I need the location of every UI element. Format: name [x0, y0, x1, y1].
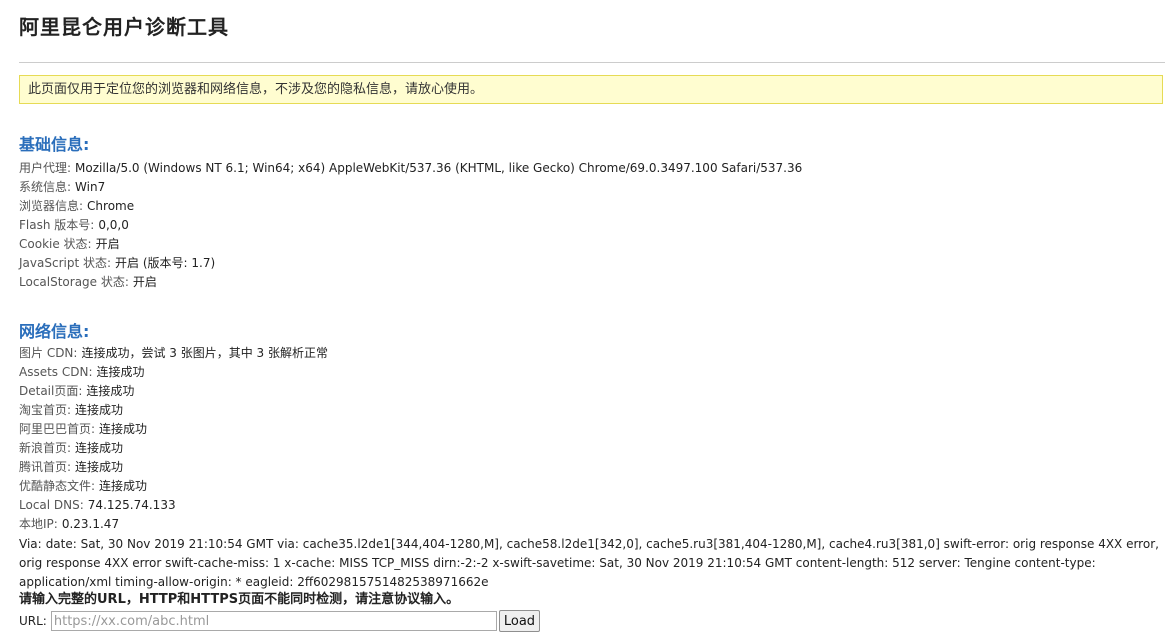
local-dns-row: Local DNS: 74.125.74.133 — [19, 497, 176, 513]
youku-static-label: 优酷静态文件: — [19, 479, 96, 493]
tencent-home-row: 腾讯首页: 连接成功 — [19, 459, 123, 475]
via-label: Via: — [19, 537, 42, 551]
tencent-home-label: 腾讯首页: — [19, 460, 72, 474]
taobao-home-row: 淘宝首页: 连接成功 — [19, 402, 123, 418]
via-headers: Via: date: Sat, 30 Nov 2019 21:10:54 GMT … — [19, 535, 1159, 592]
browser-info-value: Chrome — [87, 199, 135, 213]
image-cdn-value: 连接成功，尝试 3 张图片，其中 3 张解析正常 — [81, 346, 328, 360]
load-button[interactable]: Load — [498, 610, 541, 632]
system-info-label: 系统信息: — [19, 180, 72, 194]
user-agent-value: Mozilla/5.0 (Windows NT 6.1; Win64; x64)… — [75, 161, 803, 175]
system-info-row: 系统信息: Win7 — [19, 179, 105, 195]
javascript-status-row: JavaScript 状态: 开启 (版本号: 1.7) — [19, 255, 215, 271]
assets-cdn-label: Assets CDN: — [19, 365, 93, 379]
flash-version-row: Flash 版本号: 0,0,0 — [19, 217, 129, 233]
sina-home-row: 新浪首页: 连接成功 — [19, 440, 123, 456]
sina-home-value: 连接成功 — [75, 441, 124, 455]
youku-static-value: 连接成功 — [99, 479, 148, 493]
assets-cdn-value: 连接成功 — [96, 365, 145, 379]
url-input[interactable] — [50, 611, 497, 631]
assets-cdn-row: Assets CDN: 连接成功 — [19, 364, 145, 380]
detail-page-value: 连接成功 — [86, 384, 135, 398]
alibaba-home-value: 连接成功 — [99, 422, 148, 436]
cookie-status-label: Cookie 状态: — [19, 237, 92, 251]
flash-version-label: Flash 版本号: — [19, 218, 95, 232]
basic-info-heading: 基础信息: — [19, 135, 90, 154]
local-dns-value: 74.125.74.133 — [87, 498, 176, 512]
url-label: URL: — [19, 614, 47, 628]
image-cdn-row: 图片 CDN: 连接成功，尝试 3 张图片，其中 3 张解析正常 — [19, 345, 328, 361]
browser-info-row: 浏览器信息: Chrome — [19, 198, 134, 214]
tencent-home-value: 连接成功 — [75, 460, 124, 474]
youku-static-row: 优酷静态文件: 连接成功 — [19, 478, 147, 494]
browser-info-label: 浏览器信息: — [19, 199, 84, 213]
image-cdn-label: 图片 CDN: — [19, 346, 78, 360]
privacy-notice: 此页面仅用于定位您的浏览器和网络信息，不涉及您的隐私信息，请放心使用。 — [19, 75, 1163, 104]
via-text: date: Sat, 30 Nov 2019 21:10:54 GMT via:… — [19, 537, 1159, 589]
local-ip-row: 本地IP: 0.23.1.47 — [19, 516, 119, 532]
title-divider — [19, 62, 1165, 63]
cookie-status-row: Cookie 状态: 开启 — [19, 236, 120, 252]
detail-page-row: Detail页面: 连接成功 — [19, 383, 134, 399]
taobao-home-value: 连接成功 — [75, 403, 124, 417]
sina-home-label: 新浪首页: — [19, 441, 72, 455]
system-info-value: Win7 — [75, 180, 106, 194]
localstorage-status-label: LocalStorage 状态: — [19, 275, 129, 289]
page-title: 阿里昆仑用户诊断工具 — [19, 15, 229, 39]
javascript-status-label: JavaScript 状态: — [19, 256, 112, 270]
localstorage-status-row: LocalStorage 状态: 开启 — [19, 274, 157, 290]
javascript-status-value: 开启 (版本号: 1.7) — [115, 256, 216, 270]
user-agent-row: 用户代理: Mozilla/5.0 (Windows NT 6.1; Win64;… — [19, 160, 802, 176]
local-dns-label: Local DNS: — [19, 498, 84, 512]
local-ip-value: 0.23.1.47 — [61, 517, 120, 531]
network-info-heading: 网络信息: — [19, 322, 90, 341]
local-ip-label: 本地IP: — [19, 517, 58, 531]
localstorage-status-value: 开启 — [132, 275, 157, 289]
alibaba-home-label: 阿里巴巴首页: — [19, 422, 96, 436]
diagnostic-page: 阿里昆仑用户诊断工具 此页面仅用于定位您的浏览器和网络信息，不涉及您的隐私信息，… — [0, 0, 1165, 644]
taobao-home-label: 淘宝首页: — [19, 403, 72, 417]
user-agent-label: 用户代理: — [19, 161, 72, 175]
detail-page-label: Detail页面: — [19, 384, 83, 398]
cookie-status-value: 开启 — [95, 237, 120, 251]
url-form: URL: Load — [19, 610, 541, 632]
alibaba-home-row: 阿里巴巴首页: 连接成功 — [19, 421, 147, 437]
url-instruction: 请输入完整的URL，HTTP和HTTPS页面不能同时检测，请注意协议输入。 — [19, 592, 460, 607]
flash-version-value: 0,0,0 — [98, 218, 129, 232]
